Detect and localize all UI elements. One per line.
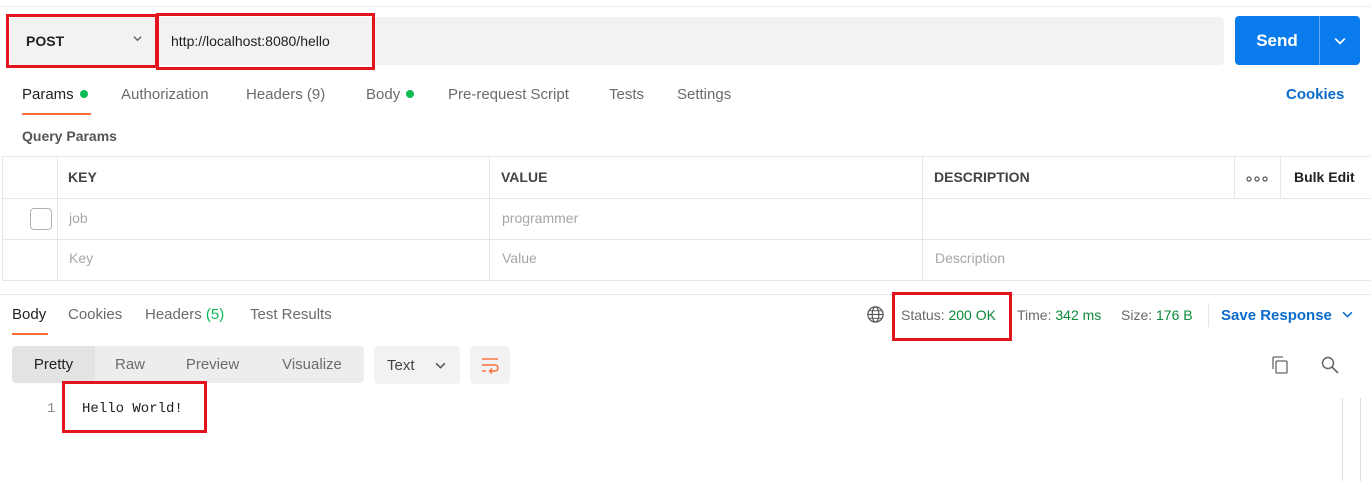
table-border-bottom: [2, 280, 1371, 281]
tab-body[interactable]: Body: [366, 86, 415, 103]
chevron-down-icon: [1342, 311, 1353, 318]
response-tab-headers[interactable]: Headers (5): [145, 306, 224, 323]
response-body-text[interactable]: Hello World!: [82, 401, 183, 417]
status-readout: Status: 200 OK: [901, 307, 996, 323]
table-border-top: [2, 156, 1371, 157]
globe-icon[interactable]: [866, 305, 885, 324]
param-key-cell[interactable]: job: [69, 210, 88, 226]
time-value: 342 ms: [1055, 307, 1102, 323]
tab-body-label: Body: [366, 86, 401, 103]
time-readout: Time: 342 ms: [1017, 307, 1101, 323]
status-value: 200 OK: [948, 307, 996, 323]
url-input[interactable]: http://localhost:8080/hello: [158, 17, 1224, 65]
view-mode-selector: Pretty Raw Preview Visualize: [12, 346, 364, 383]
tab-params[interactable]: Params: [22, 86, 88, 103]
table-col-divider: [1234, 156, 1235, 198]
tab-headers-count: (9): [306, 86, 326, 103]
send-options-button[interactable]: [1320, 16, 1360, 65]
top-divider: [0, 6, 1371, 7]
table-col-divider: [57, 156, 58, 281]
chevron-down-icon: [1334, 37, 1346, 45]
new-key-input[interactable]: Key: [69, 250, 93, 266]
search-icon[interactable]: [1320, 355, 1340, 375]
save-response-button[interactable]: Save Response: [1221, 307, 1353, 324]
active-response-tab-indicator: [12, 333, 48, 335]
cookies-link[interactable]: Cookies: [1286, 86, 1344, 103]
tab-params-label: Params: [22, 86, 74, 103]
chevron-down-icon: [435, 362, 446, 369]
editor-scrollbar-track[interactable]: [1342, 398, 1343, 481]
copy-icon[interactable]: [1270, 355, 1290, 375]
new-description-input[interactable]: Description: [935, 250, 1005, 266]
param-value-cell[interactable]: programmer: [502, 210, 578, 226]
bulk-edit-button[interactable]: Bulk Edit: [1294, 169, 1355, 185]
editor-scrollbar-edge: [1360, 398, 1361, 481]
param-enabled-checkbox[interactable]: [30, 208, 52, 230]
col-header-description: DESCRIPTION: [934, 169, 1030, 185]
line-number: 1: [47, 401, 56, 417]
table-col-divider: [489, 156, 490, 281]
table-col-divider: [922, 156, 923, 281]
view-mode-preview[interactable]: Preview: [165, 346, 260, 383]
send-label: Send: [1256, 30, 1298, 50]
send-button[interactable]: Send: [1235, 16, 1360, 65]
table-border: [2, 239, 1371, 240]
active-tab-indicator: [22, 113, 91, 115]
wrap-lines-button[interactable]: [470, 346, 510, 384]
meta-divider: [1208, 303, 1209, 327]
response-headers-count: (5): [205, 306, 225, 323]
method-value: POST: [26, 33, 65, 49]
method-select[interactable]: POST: [10, 17, 156, 65]
more-options-icon[interactable]: [1246, 176, 1268, 182]
tab-pre-request-script[interactable]: Pre-request Script: [448, 86, 569, 103]
response-divider: [0, 294, 1371, 295]
col-header-value: VALUE: [501, 169, 548, 185]
tab-headers[interactable]: Headers (9): [246, 86, 325, 103]
size-label: Size:: [1121, 307, 1153, 323]
size-readout: Size: 176 B: [1121, 307, 1193, 323]
tab-settings[interactable]: Settings: [677, 86, 731, 103]
wrap-lines-icon: [482, 358, 499, 374]
body-indicator-dot: [406, 90, 415, 99]
response-tab-body[interactable]: Body: [12, 306, 46, 323]
new-value-input[interactable]: Value: [502, 250, 537, 266]
view-mode-visualize[interactable]: Visualize: [260, 346, 364, 383]
table-border: [2, 198, 1371, 199]
table-col-divider: [1280, 156, 1281, 198]
tab-headers-label: Headers: [246, 86, 303, 103]
time-label: Time:: [1017, 307, 1052, 323]
response-tab-cookies[interactable]: Cookies: [68, 306, 122, 323]
col-header-key: KEY: [68, 169, 97, 185]
save-response-label: Save Response: [1221, 307, 1332, 324]
response-tab-test-results[interactable]: Test Results: [250, 306, 332, 323]
response-tab-headers-label: Headers: [145, 306, 202, 323]
view-mode-pretty[interactable]: Pretty: [12, 346, 95, 383]
format-value: Text: [387, 356, 415, 374]
table-border-left: [2, 156, 3, 281]
view-mode-raw[interactable]: Raw: [95, 346, 165, 383]
tab-authorization[interactable]: Authorization: [121, 86, 209, 103]
params-indicator-dot: [79, 90, 88, 99]
chevron-down-icon: [133, 36, 142, 42]
tab-tests[interactable]: Tests: [609, 86, 644, 103]
query-params-title: Query Params: [22, 128, 117, 144]
url-value: http://localhost:8080/hello: [171, 33, 330, 49]
size-value: 176 B: [1156, 307, 1193, 323]
format-select[interactable]: Text: [374, 346, 460, 384]
status-label: Status:: [901, 307, 945, 323]
